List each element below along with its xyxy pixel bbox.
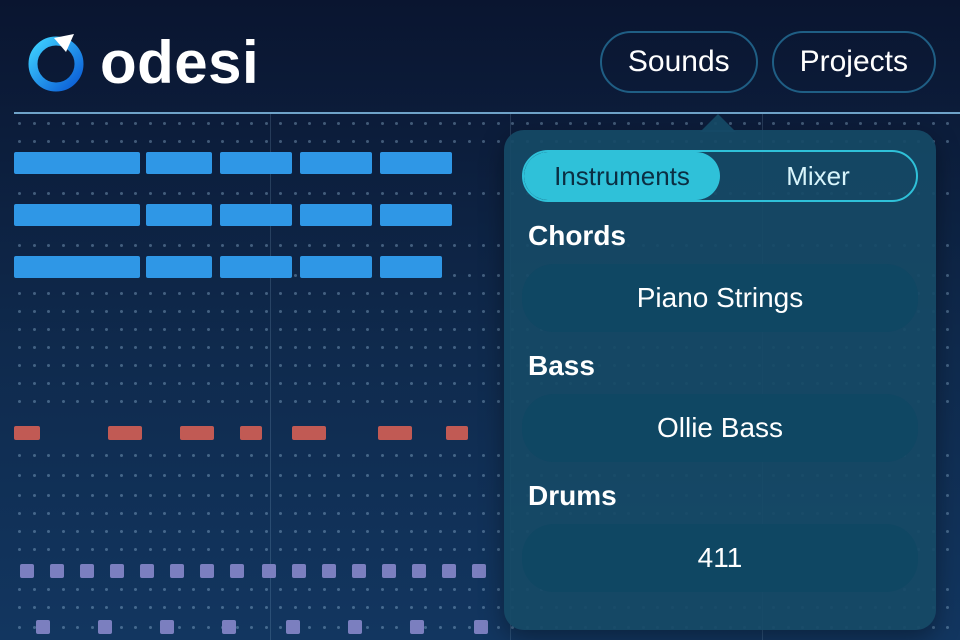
- purple-note[interactable]: [348, 620, 362, 634]
- red-note[interactable]: [180, 426, 214, 440]
- purple-note[interactable]: [110, 564, 124, 578]
- purple-note[interactable]: [170, 564, 184, 578]
- blue-note[interactable]: [380, 152, 452, 174]
- header: odesi Sounds Projects: [0, 0, 960, 112]
- purple-note[interactable]: [36, 620, 50, 634]
- section-label-chords: Chords: [528, 220, 918, 252]
- purple-note[interactable]: [474, 620, 488, 634]
- sounds-button[interactable]: Sounds: [600, 31, 758, 93]
- blue-note[interactable]: [220, 152, 292, 174]
- red-note[interactable]: [378, 426, 412, 440]
- purple-note[interactable]: [200, 564, 214, 578]
- blue-note[interactable]: [380, 256, 442, 278]
- logo-icon: [24, 30, 88, 94]
- blue-note[interactable]: [146, 256, 212, 278]
- section-label-bass: Bass: [528, 350, 918, 382]
- purple-note[interactable]: [410, 620, 424, 634]
- red-note[interactable]: [446, 426, 468, 440]
- purple-note[interactable]: [230, 564, 244, 578]
- purple-note[interactable]: [382, 564, 396, 578]
- section-label-drums: Drums: [528, 480, 918, 512]
- blue-note[interactable]: [146, 152, 212, 174]
- blue-note[interactable]: [14, 256, 140, 278]
- bass-preset[interactable]: Ollie Bass: [522, 394, 918, 462]
- purple-note[interactable]: [412, 564, 426, 578]
- red-note[interactable]: [14, 426, 40, 440]
- purple-note[interactable]: [50, 564, 64, 578]
- purple-note[interactable]: [98, 620, 112, 634]
- blue-note[interactable]: [220, 204, 292, 226]
- blue-note[interactable]: [146, 204, 212, 226]
- sounds-panel: Instruments Mixer Chords Piano Strings B…: [504, 130, 936, 630]
- blue-note[interactable]: [300, 152, 372, 174]
- blue-note[interactable]: [14, 152, 140, 174]
- panel-tabs: Instruments Mixer: [522, 150, 918, 202]
- purple-note[interactable]: [292, 564, 306, 578]
- purple-note[interactable]: [262, 564, 276, 578]
- purple-note[interactable]: [286, 620, 300, 634]
- blue-note[interactable]: [14, 204, 140, 226]
- tab-mixer[interactable]: Mixer: [720, 152, 916, 200]
- purple-note[interactable]: [472, 564, 486, 578]
- purple-note[interactable]: [20, 564, 34, 578]
- logo-text: odesi: [100, 28, 259, 97]
- red-note[interactable]: [292, 426, 326, 440]
- header-nav: Sounds Projects: [600, 31, 936, 93]
- purple-note[interactable]: [322, 564, 336, 578]
- chords-preset[interactable]: Piano Strings: [522, 264, 918, 332]
- red-note[interactable]: [108, 426, 142, 440]
- purple-note[interactable]: [352, 564, 366, 578]
- blue-note[interactable]: [300, 204, 372, 226]
- red-note[interactable]: [240, 426, 262, 440]
- blue-note[interactable]: [380, 204, 452, 226]
- purple-note[interactable]: [80, 564, 94, 578]
- blue-note[interactable]: [220, 256, 292, 278]
- blue-note[interactable]: [300, 256, 372, 278]
- projects-button[interactable]: Projects: [772, 31, 936, 93]
- tab-instruments[interactable]: Instruments: [524, 152, 720, 200]
- drums-preset[interactable]: 411: [522, 524, 918, 592]
- logo: odesi: [24, 28, 259, 97]
- purple-note[interactable]: [442, 564, 456, 578]
- purple-note[interactable]: [160, 620, 174, 634]
- purple-note[interactable]: [140, 564, 154, 578]
- purple-note[interactable]: [222, 620, 236, 634]
